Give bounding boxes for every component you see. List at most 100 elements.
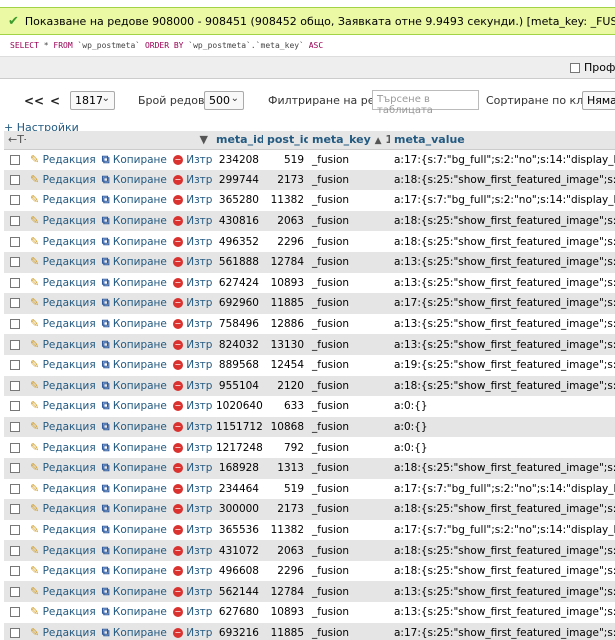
row-checkbox[interactable] bbox=[10, 566, 20, 577]
cell-meta-id[interactable]: 496352 bbox=[212, 231, 263, 252]
cell-meta-id[interactable]: 365280 bbox=[212, 190, 263, 211]
cell-post-id[interactable]: 2296 bbox=[263, 231, 308, 252]
table-row[interactable]: ✎ Редакция⧉ Копиране− Изтриване758496128… bbox=[4, 313, 615, 335]
cell-meta-value[interactable]: a:18:{s:25:"show_first_featured_image";s… bbox=[390, 499, 615, 520]
copy-link[interactable]: ⧉ Копиране bbox=[102, 255, 167, 268]
cell-meta-key[interactable]: _fusion bbox=[308, 540, 390, 561]
table-row[interactable]: ✎ Редакция⧉ Копиране− Изтриване824032131… bbox=[4, 334, 615, 355]
copy-link[interactable]: ⧉ Копиране bbox=[102, 420, 167, 433]
table-row[interactable]: ✎ Редакция⧉ Копиране− Изтриване627424108… bbox=[4, 272, 615, 294]
cell-meta-key[interactable]: _fusion bbox=[308, 231, 390, 252]
cell-meta-id[interactable]: 234464 bbox=[212, 478, 263, 500]
copy-link[interactable]: ⧉ Копиране bbox=[102, 358, 167, 371]
cell-post-id[interactable]: 792 bbox=[263, 437, 308, 458]
delete-link[interactable]: − Изтриване bbox=[172, 318, 212, 330]
cell-post-id[interactable]: 11885 bbox=[263, 293, 308, 314]
cell-meta-value[interactable]: a:0:{} bbox=[390, 416, 615, 438]
delete-link[interactable]: − Изтриване bbox=[172, 174, 212, 186]
cell-meta-value[interactable]: a:18:{s:25:"show_first_featured_image";s… bbox=[390, 169, 615, 191]
table-row[interactable]: ✎ Редакция⧉ Копиране− Изтриване365280113… bbox=[4, 190, 615, 211]
row-checkbox[interactable] bbox=[10, 627, 20, 638]
cell-meta-key[interactable]: _fusion bbox=[308, 169, 390, 191]
cell-meta-id[interactable]: 496608 bbox=[212, 560, 263, 582]
copy-link[interactable]: ⧉ Копиране bbox=[102, 626, 167, 639]
cell-meta-key[interactable]: _fusion bbox=[308, 334, 390, 355]
table-row[interactable]: ✎ Редакция⧉ Копиране− Изтриване300000217… bbox=[4, 499, 615, 520]
row-checkbox[interactable] bbox=[10, 607, 20, 618]
cell-post-id[interactable]: 633 bbox=[263, 396, 308, 417]
row-checkbox[interactable] bbox=[10, 442, 20, 453]
delete-link[interactable]: − Изтриване bbox=[172, 586, 212, 598]
header-actions[interactable]: ▼ bbox=[26, 131, 212, 150]
cell-meta-value[interactable]: a:18:{s:25:"show_first_featured_image";s… bbox=[390, 210, 615, 232]
edit-link[interactable]: ✎ Редакция bbox=[30, 502, 96, 515]
edit-link[interactable]: ✎ Редакция bbox=[30, 399, 96, 412]
cell-meta-value[interactable]: a:18:{s:25:"show_first_featured_image";s… bbox=[390, 457, 615, 479]
delete-link[interactable]: − Изтриване bbox=[172, 359, 212, 371]
cell-meta-value[interactable]: a:19:{s:25:"show_first_featured_image";s… bbox=[390, 354, 615, 376]
column-dropdown-icon[interactable]: ▼ bbox=[200, 133, 208, 146]
cell-meta-id[interactable]: 168928 bbox=[212, 457, 263, 479]
cell-post-id[interactable]: 11885 bbox=[263, 622, 308, 640]
table-row[interactable]: ✎ Редакция⧉ Копиране− Изтриване693216118… bbox=[4, 622, 615, 640]
edit-link[interactable]: ✎ Редакция bbox=[30, 585, 96, 598]
delete-link[interactable]: − Изтриване bbox=[172, 380, 212, 392]
cell-meta-key[interactable]: _fusion bbox=[308, 457, 390, 479]
edit-link[interactable]: ✎ Редакция bbox=[30, 379, 96, 392]
cell-meta-value[interactable]: a:13:{s:25:"show_first_featured_image";s… bbox=[390, 581, 615, 603]
cell-meta-value[interactable]: a:13:{s:25:"show_first_featured_image";s… bbox=[390, 313, 615, 335]
cell-post-id[interactable]: 1313 bbox=[263, 457, 308, 479]
cell-post-id[interactable]: 2173 bbox=[263, 169, 308, 191]
row-checkbox[interactable] bbox=[10, 339, 20, 350]
cell-meta-id[interactable]: 955104 bbox=[212, 375, 263, 397]
delete-link[interactable]: − Изтриване bbox=[172, 606, 212, 618]
cell-meta-key[interactable]: _fusion bbox=[308, 190, 390, 211]
cell-meta-value[interactable]: a:17:{s:7:"bg_full";s:2:"no";s:14:"displ… bbox=[390, 478, 615, 500]
row-checkbox[interactable] bbox=[10, 586, 20, 597]
cell-meta-key[interactable]: _fusion bbox=[308, 149, 390, 170]
row-checkbox[interactable] bbox=[10, 524, 20, 535]
table-row[interactable]: ✎ Редакция⧉ Копиране− Изтриване496608229… bbox=[4, 560, 615, 582]
edit-link[interactable]: ✎ Редакция bbox=[30, 626, 96, 639]
copy-link[interactable]: ⧉ Копиране bbox=[102, 441, 167, 454]
cell-meta-id[interactable]: 1217248 bbox=[212, 437, 263, 458]
edit-link[interactable]: ✎ Редакция bbox=[30, 153, 96, 166]
copy-link[interactable]: ⧉ Копиране bbox=[102, 564, 167, 577]
cell-meta-value[interactable]: a:13:{s:25:"show_first_featured_image";s… bbox=[390, 251, 615, 273]
table-row[interactable]: ✎ Редакция⧉ Копиране− Изтриване299744217… bbox=[4, 169, 615, 191]
cell-meta-id[interactable]: 824032 bbox=[212, 334, 263, 355]
cell-post-id[interactable]: 12454 bbox=[263, 354, 308, 376]
column-resize-icon[interactable]: ←T→ bbox=[8, 133, 26, 146]
delete-link[interactable]: − Изтриване bbox=[172, 462, 212, 474]
cell-post-id[interactable]: 2296 bbox=[263, 560, 308, 582]
edit-link[interactable]: ✎ Редакция bbox=[30, 544, 96, 557]
cell-meta-value[interactable]: a:18:{s:25:"show_first_featured_image";s… bbox=[390, 231, 615, 252]
row-checkbox[interactable] bbox=[10, 298, 20, 309]
delete-link[interactable]: − Изтриване bbox=[172, 339, 212, 351]
sort-by-key-select[interactable]: Няма bbox=[582, 91, 615, 110]
row-checkbox[interactable] bbox=[10, 380, 20, 391]
copy-link[interactable]: ⧉ Копиране bbox=[102, 173, 167, 186]
cell-post-id[interactable]: 2063 bbox=[263, 210, 308, 232]
copy-link[interactable]: ⧉ Копиране bbox=[102, 379, 167, 392]
filter-rows-input[interactable]: Търсене в таблицата bbox=[372, 90, 479, 116]
cell-meta-id[interactable]: 1020640 bbox=[212, 396, 263, 417]
delete-link[interactable]: − Изтриване bbox=[172, 545, 212, 557]
cell-post-id[interactable]: 13130 bbox=[263, 334, 308, 355]
cell-post-id[interactable]: 10893 bbox=[263, 602, 308, 623]
table-row[interactable]: ✎ Редакция⧉ Копиране− Изтриване115171210… bbox=[4, 416, 615, 438]
edit-link[interactable]: ✎ Редакция bbox=[30, 358, 96, 371]
header-meta-value[interactable]: meta_value bbox=[390, 131, 615, 150]
cell-meta-id[interactable]: 365536 bbox=[212, 519, 263, 541]
copy-link[interactable]: ⧉ Копиране bbox=[102, 153, 167, 166]
cell-post-id[interactable]: 12886 bbox=[263, 313, 308, 335]
profiling-checkbox[interactable] bbox=[570, 63, 580, 73]
copy-link[interactable]: ⧉ Копиране bbox=[102, 544, 167, 557]
header-meta-key[interactable]: meta_key ▲ 1 bbox=[308, 131, 390, 150]
cell-post-id[interactable]: 519 bbox=[263, 478, 308, 500]
cell-post-id[interactable]: 519 bbox=[263, 149, 308, 170]
copy-link[interactable]: ⧉ Копиране bbox=[102, 482, 167, 495]
cell-meta-value[interactable]: a:0:{} bbox=[390, 437, 615, 458]
cell-meta-value[interactable]: a:17:{s:25:"show_first_featured_image";s… bbox=[390, 293, 615, 314]
cell-post-id[interactable]: 12784 bbox=[263, 581, 308, 603]
